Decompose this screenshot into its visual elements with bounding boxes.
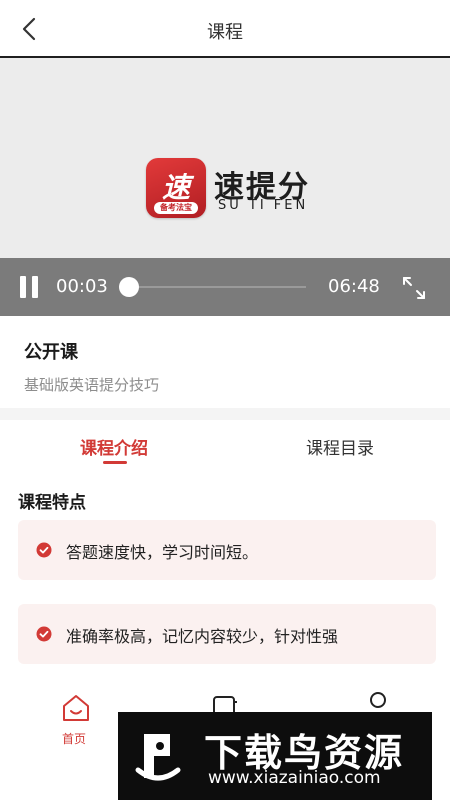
check-circle-icon <box>36 626 52 642</box>
total-time: 06:48 <box>328 276 380 297</box>
pause-icon <box>32 276 38 298</box>
feature-item: 答题速度快，学习时间短。 <box>18 520 436 580</box>
current-time: 00:03 <box>56 276 108 297</box>
video-player[interactable]: 速 备考法宝 速提分 SU TI FEN 00:03 06:48 <box>0 58 450 316</box>
course-subtitle: 基础版英语提分技巧 <box>24 376 160 394</box>
nav-home[interactable]: 首页 <box>58 690 94 750</box>
bird-logo-icon <box>135 734 181 781</box>
course-info: 公开课 基础版英语提分技巧 <box>0 316 450 408</box>
check-circle-icon <box>36 542 52 558</box>
watermark-overlay: 下载鸟资源 www.xiazainiao.com <box>118 712 432 800</box>
pause-button[interactable] <box>18 276 42 300</box>
features-title: 课程特点 <box>18 493 86 513</box>
feature-text: 准确率极高，记忆内容较少，针对性强 <box>66 627 339 646</box>
nav-home-label: 首页 <box>62 732 87 746</box>
feature-text: 答题速度快，学习时间短。 <box>66 543 259 562</box>
home-icon <box>63 695 89 721</box>
brand-name-en: SU TI FEN <box>218 198 309 213</box>
video-controls: 00:03 06:48 <box>0 258 450 316</box>
app-icon: 速 备考法宝 <box>146 158 206 218</box>
progress-handle[interactable] <box>119 277 140 297</box>
app-icon-tag: 备考法宝 <box>154 202 198 214</box>
progress-track[interactable] <box>119 277 306 297</box>
section-divider <box>0 408 450 420</box>
course-tabs: 课程介绍 课程目录 <box>0 420 450 468</box>
brand-logo: 速 备考法宝 速提分 SU TI FEN <box>146 158 316 220</box>
page-title: 课程 <box>207 22 243 43</box>
expand-icon <box>403 277 425 299</box>
fullscreen-button[interactable] <box>400 274 428 302</box>
active-tab-indicator <box>103 461 127 464</box>
nav-profile[interactable] <box>366 690 390 714</box>
tab-course-intro[interactable]: 课程介绍 <box>80 434 148 459</box>
app-icon-glyph: 速 <box>161 171 190 204</box>
course-title: 公开课 <box>24 342 78 363</box>
user-icon <box>370 692 386 708</box>
header-bar: 课程 <box>0 0 450 58</box>
tab-course-catalog[interactable]: 课程目录 <box>306 434 374 459</box>
watermark-url: www.xiazainiao.com <box>208 768 381 788</box>
pause-icon <box>20 276 26 298</box>
feature-item: 准确率极高，记忆内容较少，针对性强 <box>18 604 436 664</box>
